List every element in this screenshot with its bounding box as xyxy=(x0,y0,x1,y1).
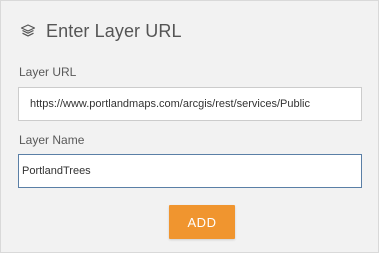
add-layer-panel: Enter Layer URL Layer URL Layer Name ADD xyxy=(0,0,379,253)
panel-header: Enter Layer URL xyxy=(19,19,182,43)
add-button[interactable]: ADD xyxy=(169,205,235,239)
layer-name-input[interactable] xyxy=(18,154,362,188)
layer-name-label: Layer Name xyxy=(19,133,85,147)
layer-url-input[interactable] xyxy=(18,87,362,121)
layer-url-label: Layer URL xyxy=(19,65,77,79)
panel-title: Enter Layer URL xyxy=(46,20,182,41)
layers-icon xyxy=(19,22,37,40)
